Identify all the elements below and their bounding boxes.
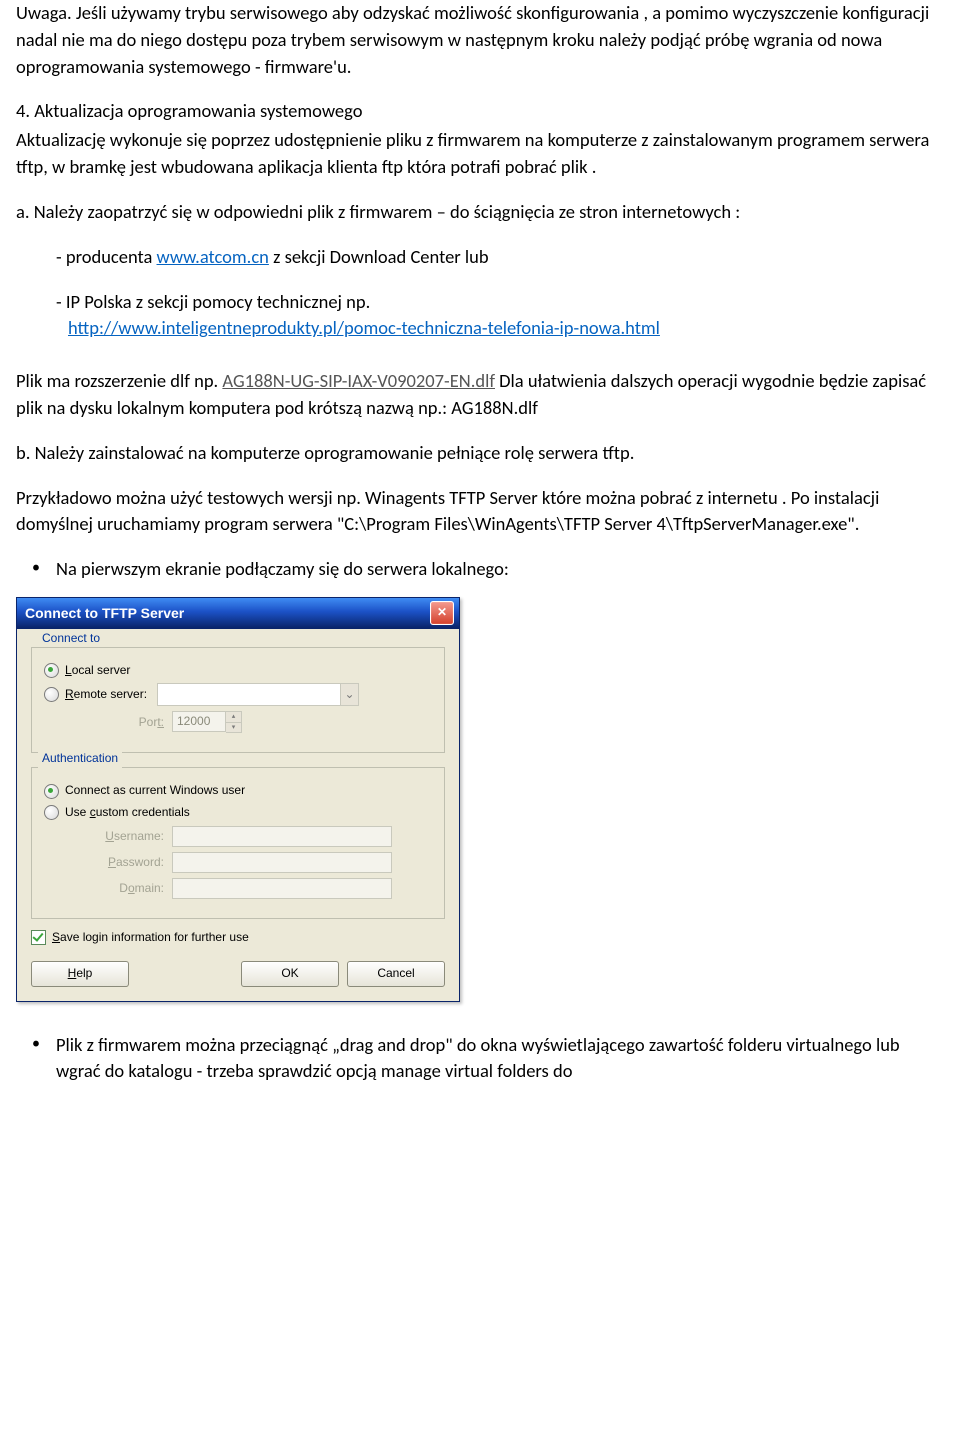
password-input[interactable]: [172, 852, 392, 873]
paragraph-update-desc: Aktualizację wykonuje się poprzez udostę…: [16, 127, 944, 181]
connect-to-group: Connect to Local server Remote server: ⌄…: [31, 647, 445, 753]
paragraph-warning: Uwaga. Jeśli używamy trybu serwisowego a…: [16, 0, 944, 80]
save-login-label: Save login information for further use: [52, 929, 249, 946]
text: z sekcji Download Center lub: [269, 245, 489, 268]
link-atcom[interactable]: www.atcom.cn: [157, 245, 269, 268]
local-server-radio[interactable]: [44, 663, 59, 678]
auth-legend: Authentication: [38, 750, 122, 767]
auth-group: Authentication Connect as current Window…: [31, 767, 445, 919]
text: Plik ma rozszerzenie dlf np.: [16, 369, 222, 392]
chevron-down-icon[interactable]: ⌄: [340, 684, 358, 705]
tftp-connect-dialog: Connect to TFTP Server ✕ Connect to Loca…: [16, 597, 460, 1002]
close-icon[interactable]: ✕: [430, 601, 454, 625]
spin-up-icon[interactable]: ▴: [226, 712, 241, 723]
connect-to-legend: Connect to: [38, 630, 104, 647]
bullet-icon: •: [16, 1032, 56, 1056]
local-server-label: Local server: [65, 662, 130, 679]
paragraph-step-a: a. Należy zaopatrzyć się w odpowiedni pl…: [16, 199, 944, 226]
paragraph-source-2: - IP Polska z sekcji pomocy technicznej …: [56, 289, 944, 316]
username-label: Username:: [84, 828, 164, 845]
bullet-text-1: Na pierwszym ekranie podłączamy się do s…: [56, 556, 944, 583]
help-button[interactable]: Help: [31, 961, 129, 987]
cancel-button[interactable]: Cancel: [347, 961, 445, 987]
spin-down-icon[interactable]: ▾: [226, 723, 241, 733]
domain-input[interactable]: [172, 878, 392, 899]
section-heading: 4. Aktualizacja oprogramowania systemowe…: [16, 98, 944, 125]
password-label: Password:: [84, 854, 164, 871]
ok-button[interactable]: OK: [241, 961, 339, 987]
remote-server-label: Remote server:: [65, 686, 147, 703]
text: - producenta: [56, 245, 157, 268]
paragraph-dlf: Plik ma rozszerzenie dlf np. AG188N-UG-S…: [16, 368, 944, 422]
paragraph-source-1: - producenta www.atcom.cn z sekcji Downl…: [16, 244, 944, 271]
auth-custom-label: Use custom credentials: [65, 804, 190, 821]
auth-current-user-radio[interactable]: [44, 784, 59, 799]
auth-custom-radio[interactable]: [44, 805, 59, 820]
link-dlf-file[interactable]: AG188N-UG-SIP-IAX-V090207-EN.dlf: [222, 369, 495, 392]
paragraph-step-b: b. Należy zainstalować na komputerze opr…: [16, 440, 944, 467]
dialog-titlebar[interactable]: Connect to TFTP Server ✕: [17, 598, 459, 629]
bullet-icon: •: [16, 556, 56, 580]
port-label: Port:: [84, 714, 164, 731]
remote-server-radio[interactable]: [44, 687, 59, 702]
link-ipnowa[interactable]: http://www.inteligentneprodukty.pl/pomoc…: [68, 316, 660, 339]
auth-current-user-label: Connect as current Windows user: [65, 782, 245, 799]
dialog-title: Connect to TFTP Server: [25, 603, 184, 623]
remote-server-combo[interactable]: ⌄: [157, 683, 359, 706]
save-login-checkbox[interactable]: [31, 930, 46, 945]
bullet-text-2: Plik z firmwarem można przeciągnąć „drag…: [56, 1032, 944, 1086]
paragraph-example: Przykładowo można użyć testowych wersji …: [16, 485, 944, 539]
port-spinner[interactable]: 12000 ▴ ▾: [172, 711, 242, 733]
domain-label: Domain:: [84, 880, 164, 897]
username-input[interactable]: [172, 826, 392, 847]
port-value: 12000: [172, 711, 226, 732]
